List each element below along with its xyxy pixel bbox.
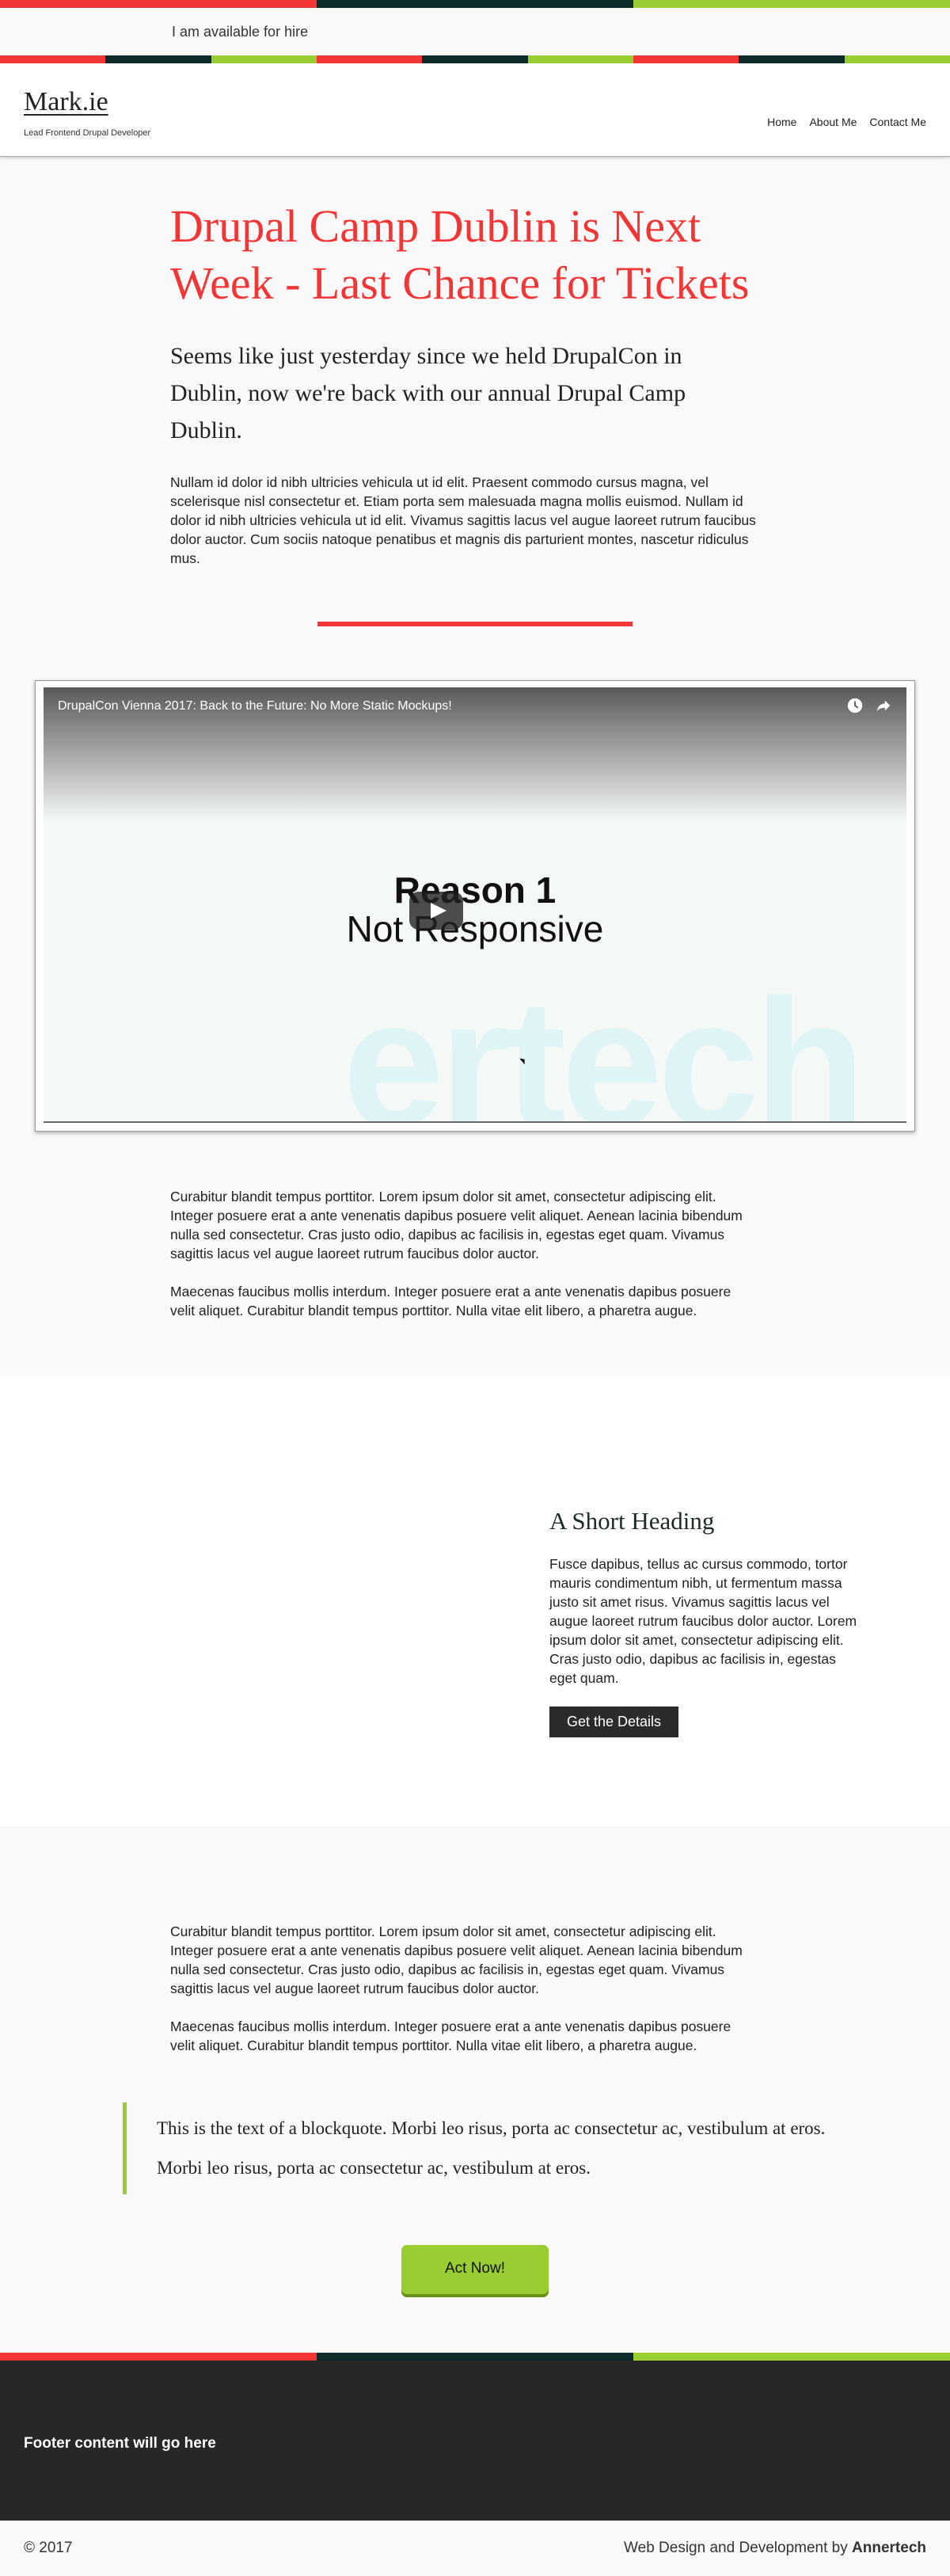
bottom-bar: © 2017 Web Design and Development by Ann… xyxy=(0,2521,950,2576)
main-nav: Home About Me Contact Me xyxy=(754,116,926,128)
site-tagline: Lead Frontend Drupal Developer xyxy=(24,128,151,138)
share-icon[interactable] xyxy=(875,697,892,714)
feature-section: A Short Heading Fusce dapibus, tellus ac… xyxy=(0,1376,950,1827)
feature-heading: A Short Heading xyxy=(549,1507,715,1535)
branding: Mark.ie Lead Frontend Drupal Developer xyxy=(24,87,150,138)
video-player[interactable]: ertech DrupalCon Vienna 2017: Back to th… xyxy=(44,687,906,1123)
closing-section: Curabitur blandit tempus porttitor. Lore… xyxy=(0,1827,950,2353)
availability-bar: I am available for hire xyxy=(0,8,950,55)
video-title[interactable]: DrupalCon Vienna 2017: Back to the Futur… xyxy=(58,699,452,713)
blockquote: This is the text of a blockquote. Morbi … xyxy=(123,2102,950,2194)
blockquote-line: This is the text of a blockquote. Morbi … xyxy=(157,2118,826,2138)
paragraph: Curabitur blandit tempus porttitor. Lore… xyxy=(170,1189,743,1261)
slide-content: Reason 1 Not Responsive xyxy=(44,871,906,949)
slide-subheading: Not Responsive xyxy=(346,908,604,949)
article: Drupal Camp Dublin is Next Week - Last C… xyxy=(170,157,780,568)
video-embed: ertech DrupalCon Vienna 2017: Back to th… xyxy=(35,680,915,1132)
article-lead: Seems like just yesterday since we held … xyxy=(170,343,686,443)
cta-wrap: Act Now! xyxy=(0,2194,950,2353)
credit: Web Design and Development by Annertech xyxy=(624,2540,926,2557)
site-logo-link[interactable]: Mark.ie xyxy=(24,87,150,117)
play-icon[interactable] xyxy=(409,892,463,930)
paragraph: Maecenas faucibus mollis interdum. Integ… xyxy=(170,2019,732,2053)
site-header: Mark.ie Lead Frontend Drupal Developer H… xyxy=(0,63,950,157)
article-body: Nullam id dolor id nibh ultricies vehicu… xyxy=(170,474,756,566)
nav-home[interactable]: Home xyxy=(767,116,796,128)
slide-heading: Reason 1 xyxy=(393,869,557,911)
get-details-button[interactable]: Get the Details xyxy=(549,1707,679,1737)
stripe-red xyxy=(0,0,317,8)
feature-text: A Short Heading Fusce dapibus, tellus ac… xyxy=(549,1507,866,1737)
text-section: Curabitur blandit tempus porttitor. Lore… xyxy=(170,1132,780,1376)
video-controls xyxy=(846,697,892,714)
divider xyxy=(317,622,633,626)
act-now-button[interactable]: Act Now! xyxy=(401,2245,549,2294)
blockquote-line: Morbi leo risus, porta ac consectetur ac… xyxy=(157,2158,591,2178)
nav-contact[interactable]: Contact Me xyxy=(869,116,926,128)
footer-content: Footer content will go here xyxy=(24,2435,216,2452)
top-color-stripe xyxy=(0,0,950,8)
header-color-stripe xyxy=(0,55,950,63)
page-title: Drupal Camp Dublin is Next Week - Last C… xyxy=(170,200,750,309)
footer-color-stripe xyxy=(0,2353,950,2361)
main-content: Drupal Camp Dublin is Next Week - Last C… xyxy=(0,157,950,1376)
paragraph: Maecenas faucibus mollis interdum. Integ… xyxy=(170,1284,732,1318)
copyright: © 2017 xyxy=(24,2540,73,2556)
paragraph: Curabitur blandit tempus porttitor. Lore… xyxy=(170,1923,743,1996)
availability-text: I am available for hire xyxy=(172,23,309,40)
feature-paragraph: Fusce dapibus, tellus ac cursus commodo,… xyxy=(549,1556,857,1686)
clock-icon[interactable] xyxy=(846,697,864,714)
stripe-green xyxy=(633,0,950,8)
stripe-dark xyxy=(317,0,633,8)
credit-prefix: Web Design and Development by xyxy=(624,2540,848,2556)
text-section: Curabitur blandit tempus porttitor. Lore… xyxy=(170,1827,780,2055)
site-footer: Footer content will go here xyxy=(0,2361,950,2521)
credit-name[interactable]: Annertech xyxy=(852,2540,926,2556)
nav-about[interactable]: About Me xyxy=(809,116,857,128)
video-watermark: ertech xyxy=(343,961,865,1123)
